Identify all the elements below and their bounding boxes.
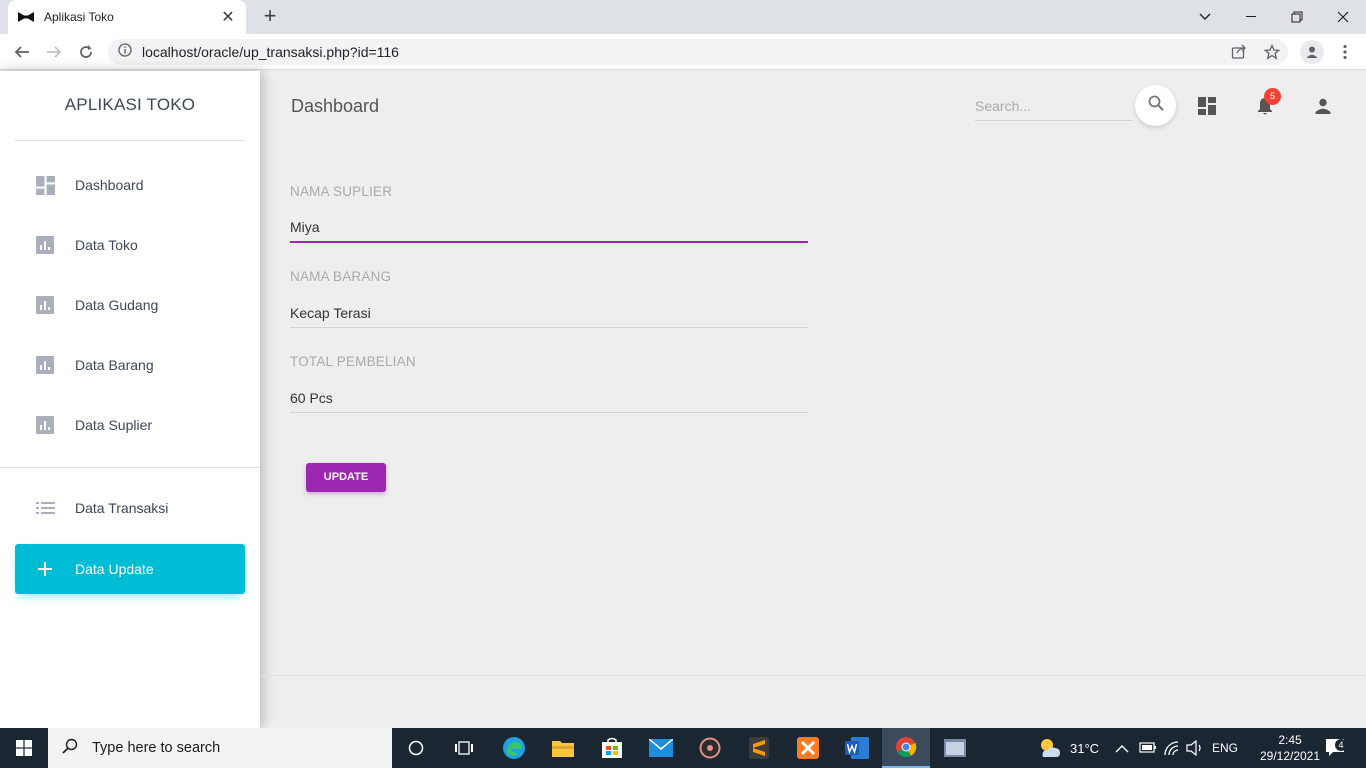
sidebar-item-label: Data Barang <box>75 357 154 373</box>
sublime-text-icon[interactable] <box>735 728 783 768</box>
browser-menu-icon[interactable] <box>1334 41 1356 63</box>
tab-close-icon[interactable]: ✕ <box>220 7 236 27</box>
file-explorer-icon[interactable] <box>539 728 587 768</box>
show-hidden-icons-chevron-icon[interactable] <box>1115 741 1129 759</box>
sidebar-item-label: Data Gudang <box>75 297 159 313</box>
sidebar-item-label: Dashboard <box>75 177 144 193</box>
profile-avatar-icon[interactable] <box>1300 40 1324 64</box>
input-language[interactable]: ENG <box>1212 741 1238 755</box>
weather-temperature[interactable]: 31°C <box>1070 741 1099 756</box>
dashboard-grid-icon[interactable] <box>1196 95 1218 117</box>
sidebar-item-data-gudang[interactable]: Data Gudang <box>15 280 245 330</box>
bowtie-favicon-icon <box>18 9 34 25</box>
update-button[interactable]: UPDATE <box>306 463 386 492</box>
word-icon[interactable] <box>833 728 881 768</box>
bar-chart-icon <box>35 355 55 375</box>
brand-title[interactable]: APLIKASI TOKO <box>15 95 245 115</box>
nama-suplier-input[interactable] <box>290 213 808 243</box>
sidebar-item-label: Data Transaksi <box>75 500 169 516</box>
search-button[interactable] <box>1135 85 1176 126</box>
total-pembelian-input[interactable] <box>290 383 808 413</box>
action-center-count: 4 <box>1335 739 1347 751</box>
footer-divider <box>260 675 1366 676</box>
bar-chart-icon <box>35 235 55 255</box>
close-window-button[interactable] <box>1320 0 1366 34</box>
sql-developer-icon[interactable] <box>931 728 979 768</box>
wifi-icon[interactable] <box>1163 740 1181 761</box>
user-account-icon[interactable] <box>1312 95 1334 117</box>
tab-search-chevron-icon[interactable] <box>1182 0 1228 34</box>
brand-divider <box>15 140 245 141</box>
sidebar-item-label: Data Toko <box>75 237 138 253</box>
plus-icon <box>35 559 55 579</box>
groove-music-icon[interactable] <box>686 728 734 768</box>
page-title[interactable]: Dashboard <box>291 96 379 117</box>
volume-icon[interactable] <box>1186 739 1204 761</box>
sidebar-item-label: Data Suplier <box>75 417 153 433</box>
nama-suplier-label: NAMA SUPLIER <box>290 184 393 199</box>
sidebar-item-data-suplier[interactable]: Data Suplier <box>15 400 245 450</box>
total-pembelian-label: TOTAL PEMBELIAN <box>290 354 416 369</box>
bar-chart-icon <box>35 415 55 435</box>
list-icon <box>35 498 55 518</box>
search-input[interactable] <box>975 92 1133 121</box>
cortana-icon[interactable] <box>392 728 440 768</box>
windows-taskbar: Type here to search 31°C ENG 2:45 29/12/… <box>0 728 1366 768</box>
sidebar-item-data-barang[interactable]: Data Barang <box>15 340 245 390</box>
dashboard-icon <box>35 175 55 195</box>
task-view-icon[interactable] <box>440 728 488 768</box>
taskbar-search-placeholder: Type here to search <box>92 740 221 756</box>
share-icon[interactable] <box>1228 41 1250 63</box>
address-bar[interactable]: localhost/oracle/up_transaksi.php?id=116 <box>108 39 1288 65</box>
taskbar-search-icon <box>62 738 78 759</box>
clock-time: 2:45 <box>1278 733 1302 747</box>
xampp-icon[interactable] <box>784 728 832 768</box>
reload-icon[interactable] <box>72 38 100 66</box>
nama-barang-label: NAMA BARANG <box>290 269 392 284</box>
edge-browser-icon[interactable] <box>490 728 538 768</box>
browser-tab-strip: Aplikasi Toko ✕ + <box>0 0 1366 34</box>
sidebar-item-data-transaksi[interactable]: Data Transaksi <box>15 483 245 533</box>
clock-date: 29/12/2021 <box>1259 749 1321 763</box>
battery-icon[interactable] <box>1139 740 1157 759</box>
tab-title: Aplikasi Toko <box>44 10 114 24</box>
search-icon <box>1148 95 1164 116</box>
microsoft-store-icon[interactable] <box>588 728 636 768</box>
bar-chart-icon <box>35 295 55 315</box>
sidebar-item-dashboard[interactable]: Dashboard <box>15 160 245 210</box>
mail-icon[interactable] <box>637 728 685 768</box>
site-info-icon[interactable] <box>118 42 132 62</box>
system-clock[interactable]: 2:45 29/12/2021 <box>1255 732 1325 764</box>
minimize-button[interactable] <box>1228 0 1274 34</box>
bookmark-star-icon[interactable] <box>1261 41 1283 63</box>
sidebar: APLIKASI TOKO Dashboard Data Toko Data G… <box>0 71 260 728</box>
chrome-icon[interactable] <box>882 728 930 768</box>
url-text: localhost/oracle/up_transaksi.php?id=116 <box>142 44 399 60</box>
sidebar-item-data-toko[interactable]: Data Toko <box>15 220 245 270</box>
back-arrow-icon[interactable] <box>8 38 36 66</box>
weather-icon[interactable] <box>1038 737 1062 764</box>
forward-arrow-icon[interactable] <box>40 38 68 66</box>
taskbar-search-box[interactable]: Type here to search <box>48 728 392 768</box>
browser-toolbar: localhost/oracle/up_transaksi.php?id=116 <box>0 34 1366 70</box>
sidebar-item-label: Data Update <box>75 561 154 577</box>
sidebar-divider <box>0 467 260 468</box>
windows-start-icon[interactable] <box>0 728 48 768</box>
sidebar-item-data-update[interactable]: Data Update <box>15 544 245 594</box>
browser-tab[interactable]: Aplikasi Toko ✕ <box>8 0 246 34</box>
nama-barang-input[interactable] <box>290 298 808 328</box>
new-tab-button[interactable]: + <box>258 5 282 29</box>
notification-count-badge: 5 <box>1264 88 1281 105</box>
restore-button[interactable] <box>1274 0 1320 34</box>
